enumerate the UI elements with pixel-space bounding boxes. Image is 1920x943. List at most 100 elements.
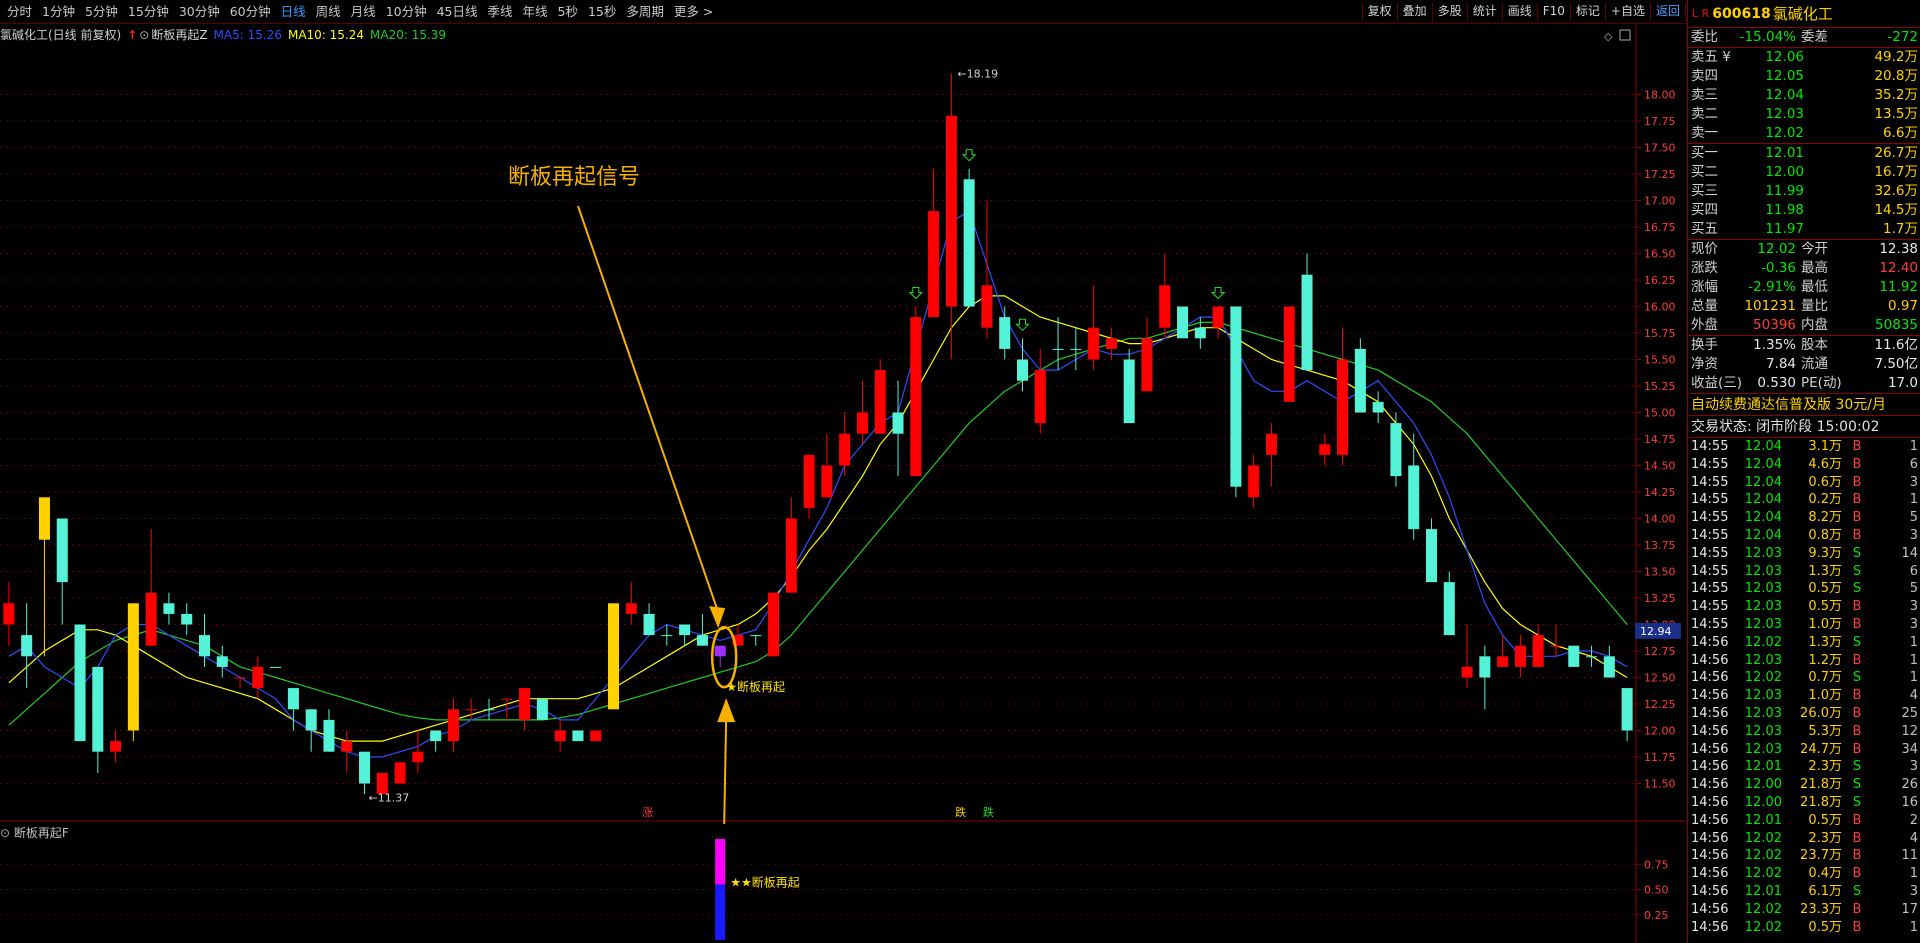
tool-button[interactable]: 标记 — [1569, 3, 1606, 21]
tick-time: 14:55 — [1691, 545, 1729, 561]
period-tab[interactable]: 60分钟 — [225, 3, 276, 21]
bids-volume: 32.6万 — [1874, 183, 1918, 199]
candle-body — [1230, 306, 1242, 487]
chart-area[interactable]: 18.00 17.75 17.50 17.25 17.00 16.75 16.50 16.25… — [0, 24, 1686, 943]
stat-value: 1.35% — [1753, 337, 1796, 353]
kline-chart[interactable]: 18.00 17.75 17.50 17.25 17.00 16.75 16.50 16.25… — [0, 24, 1686, 943]
tick-time: 14:56 — [1691, 670, 1729, 686]
period-tab[interactable]: 周线 — [311, 3, 346, 21]
stat-value: -0.36 — [1761, 260, 1796, 276]
period-tab[interactable]: 5秒 — [553, 3, 583, 21]
asks-label: 卖五 ¥ — [1691, 49, 1731, 65]
candle-body — [856, 412, 868, 434]
asks-volume: 13.5万 — [1874, 106, 1918, 122]
price-tick-label: 17.25 — [1644, 168, 1676, 181]
tick-row: 14:55 12.03 0.5万 S 5 — [1688, 580, 1920, 598]
candle-body — [234, 677, 246, 679]
tool-button[interactable]: 画线 — [1501, 3, 1538, 21]
candle-body — [1408, 465, 1420, 530]
period-tab[interactable]: 5分钟 — [80, 3, 123, 21]
tick-time: 14:55 — [1691, 599, 1729, 615]
price-tick-label: 13.25 — [1644, 592, 1676, 605]
period-tab[interactable]: 多周期 — [621, 3, 669, 21]
tool-button[interactable]: 返回 — [1649, 3, 1686, 21]
tick-price: 12.03 — [1744, 705, 1782, 721]
tick-volume: 23.7万 — [1800, 848, 1842, 864]
candle-body — [1070, 348, 1082, 350]
stat-value: 11.92 — [1879, 279, 1918, 295]
stock-code: 600618 — [1712, 5, 1771, 22]
period-tab[interactable]: 1分钟 — [37, 3, 80, 21]
ma10-value: MA10: 15.24 — [287, 27, 365, 42]
candle-body — [910, 317, 922, 477]
tick-row: 14:56 12.02 2.3万 B 4 — [1688, 830, 1920, 848]
candle-body — [305, 709, 317, 731]
tick-count: 4 — [1909, 688, 1918, 704]
stat-label: 换手 — [1691, 337, 1718, 353]
bids-label: 买四 — [1691, 202, 1718, 218]
indicator-panel-label[interactable]: ⊙ 断板再起F — [0, 824, 69, 841]
tick-price: 12.04 — [1744, 439, 1782, 454]
period-tab[interactable]: 更多 > — [669, 3, 718, 21]
tool-button[interactable]: +自选 — [1604, 3, 1651, 21]
period-tab[interactable]: 15分钟 — [123, 3, 174, 21]
tick-price: 12.02 — [1744, 848, 1782, 864]
tick-count: 12 — [1901, 723, 1918, 739]
tick-price: 12.04 — [1744, 456, 1782, 472]
asks-price: 12.05 — [1765, 68, 1804, 84]
tick-price: 12.03 — [1744, 563, 1782, 579]
indicator-panel-name: 断板再起F — [13, 826, 69, 840]
price-tick-label: 13.75 — [1644, 539, 1676, 552]
stat-label: 最低 — [1801, 279, 1828, 295]
tick-count: 3 — [1909, 883, 1918, 899]
tick-row: 14:56 12.01 2.3万 S 3 — [1688, 758, 1920, 776]
tool-button[interactable]: 复权 — [1361, 3, 1398, 21]
arrow-head-icon — [709, 606, 726, 629]
period-tab[interactable]: 45日线 — [432, 3, 483, 21]
candle-body — [874, 370, 886, 434]
tick-price: 12.04 — [1744, 492, 1782, 508]
down-arrow-icon — [961, 149, 977, 162]
collapse-icon[interactable]: ⊙ — [139, 28, 149, 42]
candle-body — [1319, 444, 1331, 455]
tick-row: 14:55 12.04 0.2万 B 1 — [1688, 491, 1920, 509]
period-tab[interactable]: 15秒 — [583, 3, 621, 21]
tick-time: 14:55 — [1691, 474, 1729, 490]
tick-side: B — [1852, 812, 1862, 828]
low-label: ←11.37 — [369, 791, 410, 804]
tool-button[interactable]: 统计 — [1466, 3, 1503, 21]
price-tick-label: 15.75 — [1644, 327, 1676, 340]
tick-volume: 1.2万 — [1808, 652, 1842, 668]
tick-count: 4 — [1909, 830, 1918, 846]
chart-tools: 复权 叠加 多股 统计 画线 F10 标记 +自选 返回 — [1361, 3, 1686, 21]
tool-button[interactable]: F10 — [1536, 3, 1571, 21]
tick-volume: 21.8万 — [1800, 794, 1842, 810]
collapse-icon[interactable]: ⊙ — [0, 826, 14, 840]
period-tab[interactable]: 日线 — [276, 3, 311, 21]
weibi-label: 委比 — [1691, 29, 1718, 45]
stat-label: 现价 — [1691, 241, 1718, 257]
tick-row: 14:55 12.03 9.3万 S 14 — [1688, 545, 1920, 563]
period-tab[interactable]: 10分钟 — [381, 3, 432, 21]
candle-body — [785, 518, 797, 593]
bids-row: 买五 11.97 1.7万 — [1688, 220, 1920, 239]
period-tab[interactable]: 月线 — [346, 3, 381, 21]
period-tab[interactable]: 年线 — [518, 3, 553, 21]
tool-button[interactable]: 多股 — [1431, 3, 1468, 21]
ma5-value: MA5: 15.26 — [213, 27, 282, 42]
arrow-head-icon — [717, 698, 736, 723]
period-tab[interactable]: 季线 — [483, 3, 518, 21]
tick-list[interactable]: 14:55 12.04 3.1万 B 1 14:55 12.04 4.6万 B 6 14:55 12.… — [1688, 438, 1920, 936]
candle-body — [1088, 327, 1100, 360]
period-tab[interactable]: 分时 — [2, 3, 37, 21]
candle-body — [92, 666, 104, 752]
promo-banner[interactable]: 自动续费通达信普及版 30元/月 — [1688, 394, 1920, 416]
tool-button[interactable]: 叠加 — [1396, 3, 1433, 21]
bids-price: 11.97 — [1765, 221, 1804, 237]
candle-body — [803, 454, 815, 508]
candle-body — [821, 465, 833, 498]
period-tab[interactable]: 30分钟 — [174, 3, 225, 21]
tick-time: 14:56 — [1691, 812, 1729, 828]
asks-row: 卖三 12.04 35.2万 — [1688, 86, 1920, 105]
tick-price: 12.03 — [1744, 616, 1782, 632]
